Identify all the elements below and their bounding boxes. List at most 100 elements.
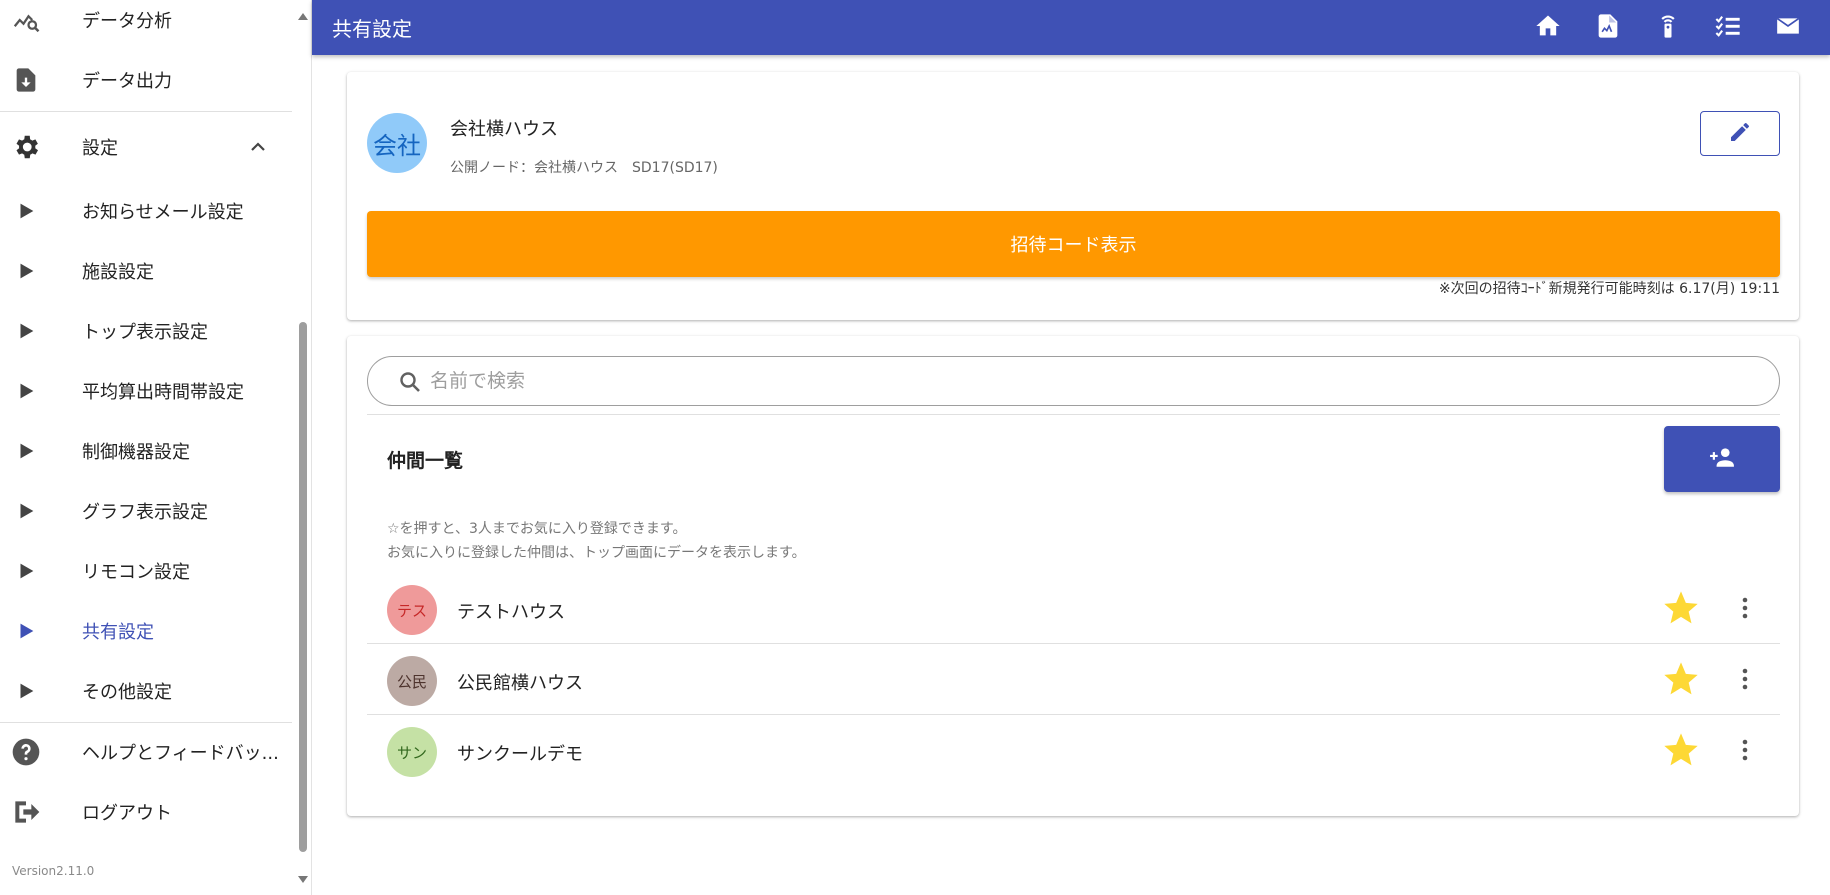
play-arrow-icon xyxy=(10,675,42,707)
more-vert-icon xyxy=(1742,597,1748,623)
search-field[interactable] xyxy=(367,356,1780,406)
member-name: サンクールデモ xyxy=(457,744,583,765)
member-name: テストハウス xyxy=(457,602,565,623)
sidebar-item-notification-mail[interactable]: お知らせメール設定 xyxy=(0,181,292,241)
search-input[interactable] xyxy=(430,365,1750,397)
edit-button[interactable] xyxy=(1700,111,1780,156)
sidebar-item-label: 施設設定 xyxy=(82,262,154,283)
sidebar-item-sharing[interactable]: 共有設定 xyxy=(0,601,292,661)
app-bar: 共有設定 xyxy=(312,0,1830,55)
member-avatar: 公民 xyxy=(387,656,437,706)
scroll-up-arrow-icon[interactable] xyxy=(297,6,309,20)
play-arrow-icon xyxy=(10,195,42,227)
app-bar-actions xyxy=(1518,0,1818,55)
scrollbar-thumb[interactable] xyxy=(299,322,307,852)
favorite-hint: ☆を押すと、3人までお気に入り登録できます。 xyxy=(387,521,687,537)
sidebar-item-label: 平均算出時間帯設定 xyxy=(82,382,244,403)
member-avatar: サン xyxy=(387,727,437,777)
sidebar-item-help[interactable]: ヘルプとフィードバッ... xyxy=(0,722,292,782)
checklist-button[interactable] xyxy=(1698,0,1758,55)
member-list-item[interactable]: テス テストハウス xyxy=(367,574,1780,644)
member-list-item[interactable]: サン サンクールデモ xyxy=(367,716,1780,786)
play-arrow-icon xyxy=(10,375,42,407)
star-icon xyxy=(1661,588,1701,632)
gear-icon xyxy=(10,131,42,163)
home-icon xyxy=(1534,12,1562,44)
favorite-star-button[interactable] xyxy=(1660,660,1702,702)
checklist-icon xyxy=(1713,12,1743,44)
sidebar-item-remote[interactable]: リモコン設定 xyxy=(0,541,292,601)
play-arrow-icon xyxy=(10,615,42,647)
sidebar-item-logout[interactable]: ログアウト xyxy=(0,782,292,842)
member-list-item[interactable]: 公民 公民館横ハウス xyxy=(367,645,1780,715)
section-divider xyxy=(367,414,1780,415)
sidebar-item-top-display[interactable]: トップ表示設定 xyxy=(0,301,292,361)
sidebar-item-average-time[interactable]: 平均算出時間帯設定 xyxy=(0,361,292,421)
star-icon xyxy=(1661,659,1701,703)
sidebar-item-facility[interactable]: 施設設定 xyxy=(0,241,292,301)
document-button[interactable] xyxy=(1578,0,1638,55)
sidebar-item-label: データ出力 xyxy=(82,71,172,92)
sidebar-item-label: その他設定 xyxy=(82,682,172,703)
sidebar-item-label: 設定 xyxy=(82,138,118,159)
favorite-star-button[interactable] xyxy=(1660,731,1702,773)
members-list-title: 仲間一覧 xyxy=(387,450,464,472)
sidebar-item-control-device[interactable]: 制御機器設定 xyxy=(0,421,292,481)
page-title: 共有設定 xyxy=(332,17,412,41)
star-icon xyxy=(1661,730,1701,774)
play-arrow-icon xyxy=(10,555,42,587)
remote-icon xyxy=(1654,11,1682,45)
more-vert-icon xyxy=(1742,739,1748,765)
play-arrow-icon xyxy=(10,315,42,347)
sidebar-item-label: データ分析 xyxy=(82,11,172,32)
app-root: データ分析 データ出力 設定 お知らせメール設定 施設設定 トップ表示設定 平均… xyxy=(0,0,1830,895)
sidebar-item-label: ログアウト xyxy=(82,803,172,824)
more-options-button[interactable] xyxy=(1738,665,1752,697)
add-member-button[interactable] xyxy=(1664,426,1780,492)
document-icon xyxy=(1594,11,1622,45)
pencil-icon xyxy=(1728,120,1752,148)
sidebar-item-other[interactable]: その他設定 xyxy=(0,661,292,721)
member-name: 公民館横ハウス xyxy=(457,673,583,694)
remote-button[interactable] xyxy=(1638,0,1698,55)
more-options-button[interactable] xyxy=(1738,594,1752,626)
favorite-hint: お気に入りに登録した仲間は、トップ画面にデータを表示します。 xyxy=(387,545,806,561)
chevron-up-icon[interactable] xyxy=(246,135,270,163)
member-avatar: テス xyxy=(387,585,437,635)
sidebar-item-data-analysis[interactable]: データ分析 xyxy=(0,0,292,50)
search-icon xyxy=(398,370,422,398)
data-export-icon xyxy=(10,64,42,96)
sidebar-item-data-export[interactable]: データ出力 xyxy=(0,50,292,110)
company-card: 会社 会社横ハウス 公開ノード：会社横ハウス SD17(SD17) 招待コード表… xyxy=(347,72,1799,320)
public-node-label: 公開ノード：会社横ハウス SD17(SD17) xyxy=(450,160,718,176)
help-icon xyxy=(10,736,42,768)
play-arrow-icon xyxy=(10,255,42,287)
person-add-icon xyxy=(1706,444,1738,474)
sidebar-item-settings[interactable]: 設定 xyxy=(0,117,292,177)
favorite-star-button[interactable] xyxy=(1660,589,1702,631)
sidebar-scrollbar[interactable] xyxy=(295,0,311,895)
scroll-down-arrow-icon[interactable] xyxy=(297,870,309,883)
sidebar-item-graph-display[interactable]: グラフ表示設定 xyxy=(0,481,292,541)
mail-icon xyxy=(1773,13,1803,43)
sidebar-item-label: リモコン設定 xyxy=(82,562,190,583)
invite-code-note: ※次回の招待ｺｰﾄﾞ新規発行可能時刻は 6.17(月) 19:11 xyxy=(1438,281,1780,297)
sidebar-divider xyxy=(0,111,292,112)
play-arrow-icon xyxy=(10,435,42,467)
more-options-button[interactable] xyxy=(1738,736,1752,768)
sidebar-item-label: グラフ表示設定 xyxy=(82,502,208,523)
mail-button[interactable] xyxy=(1758,0,1818,55)
sidebar: データ分析 データ出力 設定 お知らせメール設定 施設設定 トップ表示設定 平均… xyxy=(0,0,312,895)
company-name: 会社横ハウス xyxy=(450,119,558,140)
members-card: 仲間一覧 ☆を押すと、3人までお気に入り登録できます。 お気に入りに登録した仲間… xyxy=(347,336,1799,816)
sidebar-item-label: トップ表示設定 xyxy=(82,322,208,343)
home-button[interactable] xyxy=(1518,0,1578,55)
logout-icon xyxy=(10,796,42,828)
sidebar-item-label: 制御機器設定 xyxy=(82,442,190,463)
show-invite-code-button[interactable]: 招待コード表示 xyxy=(367,211,1780,277)
sidebar-item-label: ヘルプとフィードバッ... xyxy=(82,743,279,764)
sidebar-item-label: お知らせメール設定 xyxy=(82,202,244,223)
play-arrow-icon xyxy=(10,495,42,527)
data-analysis-icon xyxy=(10,4,42,36)
company-avatar: 会社 xyxy=(367,113,427,173)
